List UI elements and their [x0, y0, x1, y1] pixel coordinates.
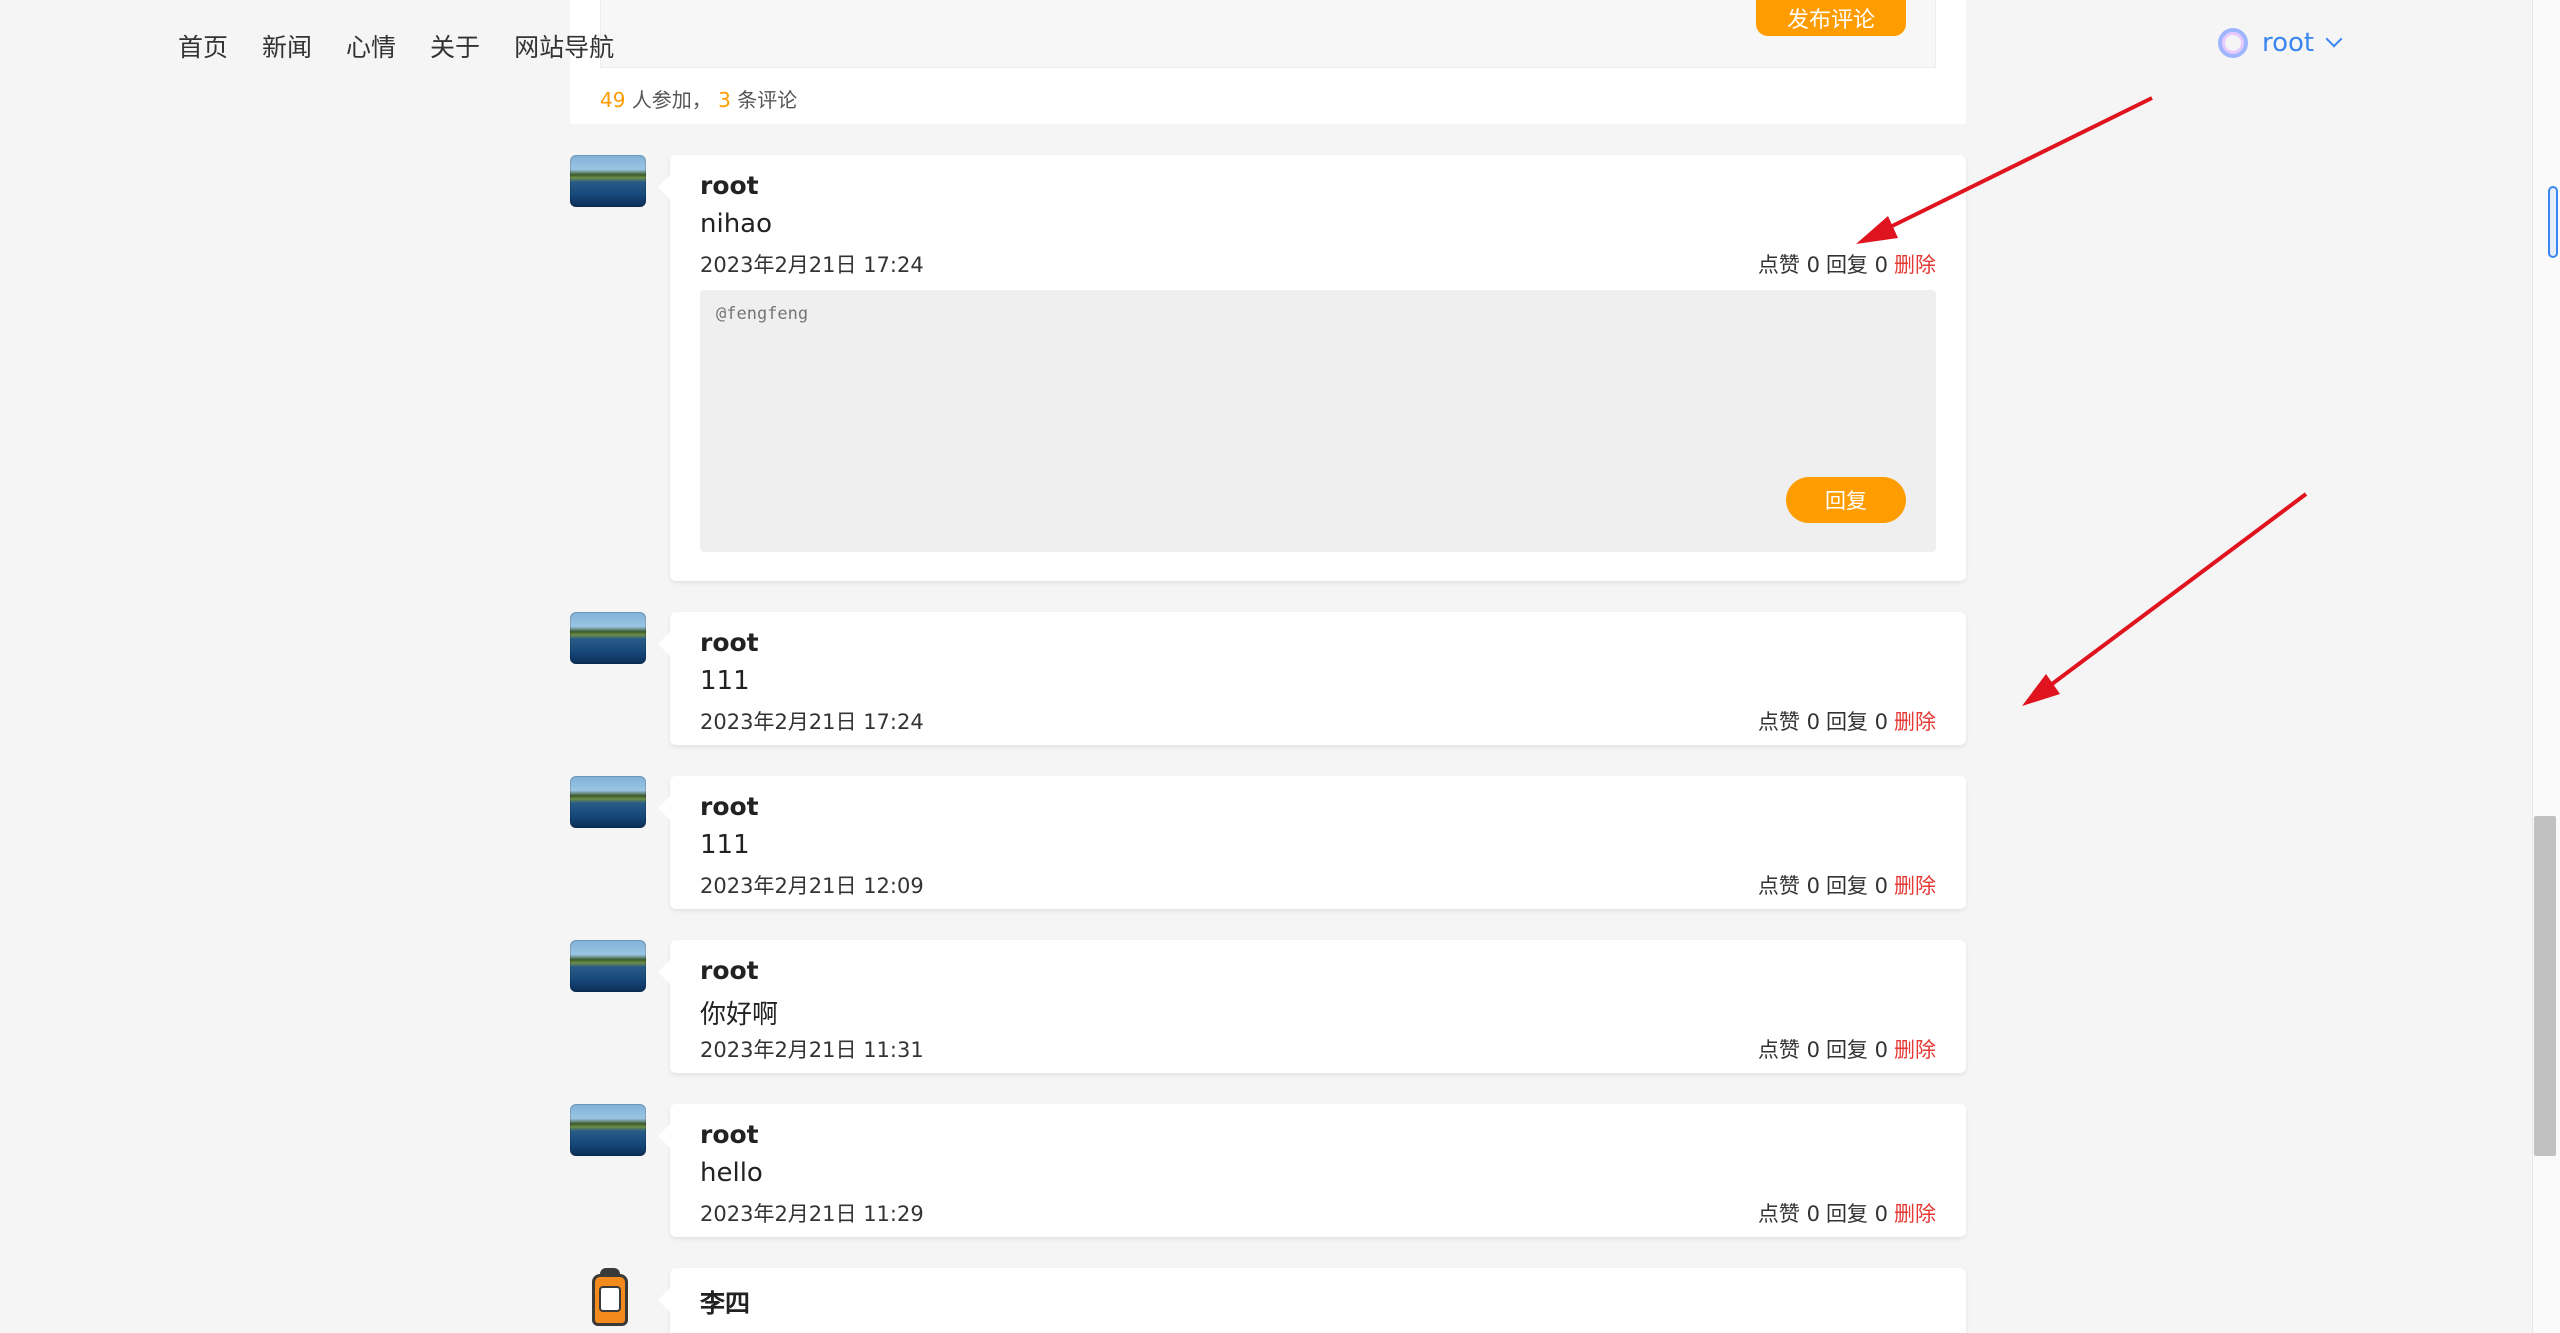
comment-item: root nihao 2023年2月21日 17:24 点赞 0 回复 0 删除…: [570, 155, 1966, 581]
comment-item: 李四: [570, 1268, 1966, 1333]
like-button[interactable]: 点赞 0: [1758, 249, 1820, 279]
comment-author: 李四: [700, 1289, 751, 1318]
comment-card: root nihao 2023年2月21日 17:24 点赞 0 回复 0 删除…: [658, 155, 1966, 581]
reply-count: 0: [1874, 1038, 1888, 1062]
comment-actions: 点赞 0 回复 0 删除: [1758, 249, 1936, 279]
reply-form: 回复: [700, 290, 1936, 552]
cartoon-avatar: [580, 1268, 640, 1328]
comment-item: root 你好啊 2023年2月21日 11:31 点赞 0 回复 0 删除: [570, 940, 1966, 1073]
nav-site-guide[interactable]: 网站导航: [514, 28, 614, 64]
nav-news[interactable]: 新闻: [262, 28, 312, 64]
like-count: 0: [1806, 710, 1820, 734]
nav-home[interactable]: 首页: [178, 28, 228, 64]
comment-content: 你好啊: [700, 1000, 779, 1030]
delete-button[interactable]: 删除: [1894, 706, 1936, 736]
comment-actions: 点赞 0 回复 0 删除: [1758, 706, 1936, 736]
comment-card: root 你好啊 2023年2月21日 11:31 点赞 0 回复 0 删除: [658, 940, 1966, 1073]
comment-time: 2023年2月21日 12:09: [700, 874, 924, 898]
delete-button[interactable]: 删除: [1894, 249, 1936, 279]
comment-item: root 111 2023年2月21日 17:24 点赞 0 回复 0 删除: [570, 612, 1966, 745]
comment-time: 2023年2月21日 11:29: [700, 1202, 924, 1226]
inner-scrollbar-thumb[interactable]: [2548, 186, 2558, 258]
top-nav: 首页 新闻 心情 关于 网站导航: [178, 28, 614, 64]
like-label: 点赞: [1757, 1202, 1800, 1226]
like-button[interactable]: 点赞 0: [1758, 1198, 1820, 1228]
comment-count: 3: [718, 88, 731, 112]
comment-author: root: [700, 1120, 759, 1149]
nav-about[interactable]: 关于: [430, 28, 480, 64]
like-count: 0: [1806, 1202, 1820, 1226]
reply-count: 0: [1874, 710, 1888, 734]
like-label: 点赞: [1757, 253, 1800, 277]
reply-label: 回复: [1825, 253, 1868, 277]
comment-actions: 点赞 0 回复 0 删除: [1758, 1034, 1936, 1064]
comment-card: root hello 2023年2月21日 11:29 点赞 0 回复 0 删除: [658, 1104, 1966, 1237]
like-button[interactable]: 点赞 0: [1758, 706, 1820, 736]
comment-time: 2023年2月21日 11:31: [700, 1038, 924, 1062]
reply-count: 0: [1874, 253, 1888, 277]
comment-editor-card: 发布评论 49 人参加， 3 条评论: [570, 0, 1966, 124]
avatar: [570, 155, 646, 207]
comment-stats: 49 人参加， 3 条评论: [600, 84, 797, 113]
delete-button[interactable]: 删除: [1894, 1034, 1936, 1064]
reply-button[interactable]: 回复 0: [1826, 249, 1888, 279]
comment-card: 李四: [658, 1268, 1966, 1333]
reply-button[interactable]: 回复 0: [1826, 1034, 1888, 1064]
like-button[interactable]: 点赞 0: [1758, 870, 1820, 900]
avatar: [570, 612, 646, 664]
comment-author: root: [700, 956, 759, 985]
reply-label: 回复: [1825, 1202, 1868, 1226]
avatar: [570, 1104, 646, 1156]
comment-card: root 111 2023年2月21日 12:09 点赞 0 回复 0 删除: [658, 776, 1966, 909]
like-button[interactable]: 点赞 0: [1758, 1034, 1820, 1064]
nav-mood[interactable]: 心情: [346, 28, 396, 64]
reply-button[interactable]: 回复 0: [1826, 706, 1888, 736]
publish-comment-button[interactable]: 发布评论: [1756, 0, 1906, 36]
delete-button[interactable]: 删除: [1894, 870, 1936, 900]
like-count: 0: [1806, 1038, 1820, 1062]
comment-actions: 点赞 0 回复 0 删除: [1758, 870, 1936, 900]
comment-content: 111: [700, 830, 750, 860]
scrollbar-thumb[interactable]: [2534, 816, 2556, 1156]
chevron-down-icon: [2325, 30, 2343, 48]
comment-author: root: [700, 171, 759, 200]
comment-content: 111: [700, 666, 750, 696]
like-label: 点赞: [1757, 874, 1800, 898]
reply-button[interactable]: 回复 0: [1826, 870, 1888, 900]
avatar: [570, 940, 646, 992]
reply-submit-button[interactable]: 回复: [1786, 477, 1906, 523]
delete-button[interactable]: 删除: [1894, 1198, 1936, 1228]
reply-label: 回复: [1825, 710, 1868, 734]
like-label: 点赞: [1757, 710, 1800, 734]
comment-content: nihao: [700, 209, 773, 239]
participant-label: 人参加，: [631, 88, 712, 112]
reply-label: 回复: [1825, 1038, 1868, 1062]
comment-item: root 111 2023年2月21日 12:09 点赞 0 回复 0 删除: [570, 776, 1966, 909]
comment-author: root: [700, 792, 759, 821]
avatar: [570, 776, 646, 828]
comment-content: hello: [700, 1158, 763, 1188]
user-menu[interactable]: root: [2218, 28, 2343, 58]
comment-editor-area: [600, 0, 1936, 68]
like-label: 点赞: [1757, 1038, 1800, 1062]
reply-label: 回复: [1825, 874, 1868, 898]
user-name: root: [2262, 28, 2315, 58]
comment-item: root hello 2023年2月21日 11:29 点赞 0 回复 0 删除: [570, 1104, 1966, 1237]
comment-author: root: [700, 628, 759, 657]
user-avatar-icon: [2218, 28, 2248, 58]
reply-button[interactable]: 回复 0: [1826, 1198, 1888, 1228]
reply-input[interactable]: [700, 290, 1936, 552]
comment-time: 2023年2月21日 17:24: [700, 253, 924, 277]
reply-count: 0: [1874, 874, 1888, 898]
comment-count-label: 条评论: [737, 88, 798, 112]
annotation-arrow-icon: [2022, 492, 2308, 706]
like-count: 0: [1806, 253, 1820, 277]
comment-actions: 点赞 0 回复 0 删除: [1758, 1198, 1936, 1228]
participant-count: 49: [600, 88, 626, 112]
like-count: 0: [1806, 874, 1820, 898]
reply-count: 0: [1874, 1202, 1888, 1226]
comment-card: root 111 2023年2月21日 17:24 点赞 0 回复 0 删除: [658, 612, 1966, 745]
comment-time: 2023年2月21日 17:24: [700, 710, 924, 734]
